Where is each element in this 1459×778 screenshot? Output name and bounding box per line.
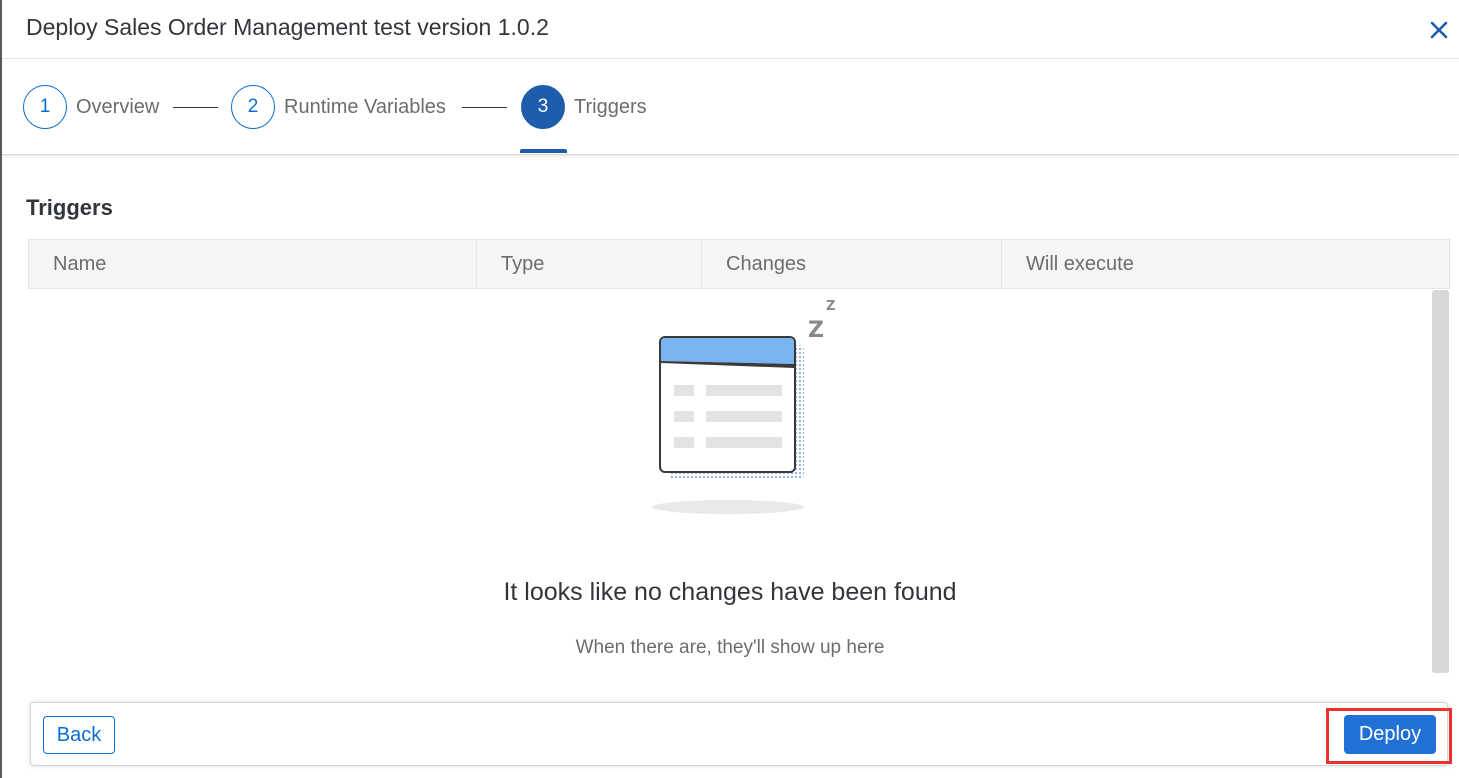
svg-text:Z: Z xyxy=(826,299,835,314)
step-label: Triggers xyxy=(574,95,647,118)
wizard-step-overview[interactable]: 1 Overview xyxy=(23,83,159,131)
dialog-title: Deploy Sales Order Management test versi… xyxy=(26,14,549,40)
column-header-will-execute[interactable]: Will execute xyxy=(1002,240,1449,288)
empty-state-subtitle: When there are, they'll show up here xyxy=(575,637,885,658)
vertical-scrollbar[interactable] xyxy=(1432,290,1449,673)
step-connector xyxy=(173,107,218,108)
active-step-indicator xyxy=(520,149,567,153)
wizard-progress: 1 Overview 2 Runtime Variables 3 Trigger… xyxy=(2,59,1459,155)
triggers-table-header: Name Type Changes Will execute xyxy=(28,239,1450,289)
empty-state-title: It looks like no changes have been found xyxy=(503,578,957,606)
back-button[interactable]: Back xyxy=(43,716,115,754)
close-button[interactable] xyxy=(1425,16,1453,44)
deploy-dialog: Deploy Sales Order Management test versi… xyxy=(0,0,1459,778)
section-title: Triggers xyxy=(26,195,113,220)
svg-text:Z: Z xyxy=(808,318,824,343)
step-number: 2 xyxy=(231,85,275,129)
wizard-step-triggers[interactable]: 3 Triggers xyxy=(521,83,647,131)
column-header-changes[interactable]: Changes xyxy=(702,240,1002,288)
column-header-name[interactable]: Name xyxy=(29,240,477,288)
step-connector xyxy=(462,107,507,108)
dialog-footer: Back xyxy=(30,702,1448,766)
sleeping-empty-table-illustration: Z Z xyxy=(652,299,835,514)
step-label: Overview xyxy=(76,95,160,118)
wizard-step-runtime-variables[interactable]: 2 Runtime Variables xyxy=(231,83,446,131)
deploy-button[interactable]: Deploy xyxy=(1344,715,1436,754)
column-header-type[interactable]: Type xyxy=(477,240,702,288)
step-label: Runtime Variables xyxy=(284,95,446,118)
step-number: 1 xyxy=(23,85,67,129)
step-number: 3 xyxy=(521,85,565,129)
dialog-header: Deploy Sales Order Management test versi… xyxy=(2,0,1459,59)
close-icon xyxy=(1430,21,1448,39)
